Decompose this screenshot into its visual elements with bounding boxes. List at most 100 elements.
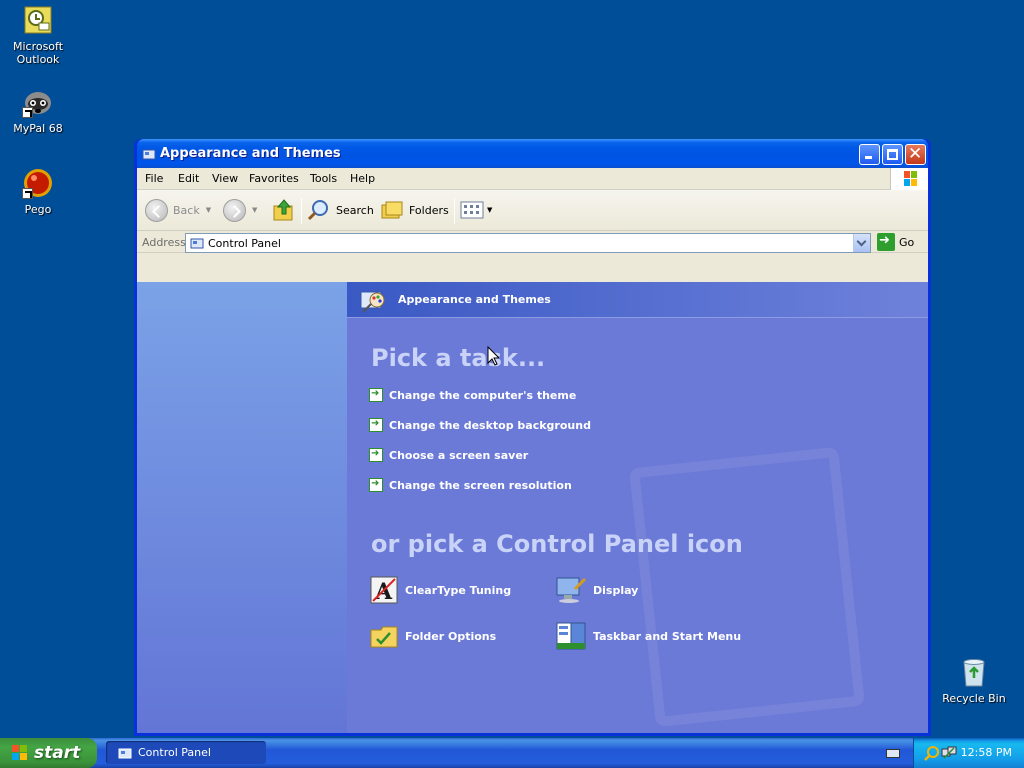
appearance-themes-icon <box>360 291 385 313</box>
window-client: File Edit View Favorites Tools Help Back… <box>137 168 928 733</box>
desktop-icon-mypal[interactable]: MyPal 68 <box>0 86 76 135</box>
cp-icon-cleartype[interactable]: A ClearType Tuning <box>369 575 511 605</box>
menu-bar: File Edit View Favorites Tools Help <box>137 168 928 190</box>
start-label: start <box>34 743 81 763</box>
category-pane: Appearance and Themes Pick a task... Cha… <box>347 282 928 733</box>
back-arrow-icon <box>145 198 168 222</box>
task-link-background[interactable]: Change the desktop background <box>369 418 591 432</box>
category-header: Appearance and Themes <box>347 282 928 318</box>
window-title: Appearance and Themes <box>160 146 341 161</box>
task-link-screensaver[interactable]: Choose a screen saver <box>369 448 528 462</box>
green-arrow-icon <box>369 388 383 402</box>
control-panel-icon <box>190 238 204 249</box>
address-label: Address <box>142 236 186 249</box>
task-label: Change the screen resolution <box>389 478 572 492</box>
network-tray-icon[interactable] <box>941 745 957 761</box>
close-icon: ✕ <box>908 144 923 164</box>
forward-button[interactable]: ▼ <box>223 198 257 222</box>
shortcut-arrow-icon <box>22 107 33 118</box>
address-bar: Address Control Panel Go <box>137 231 928 253</box>
address-dropdown-button[interactable] <box>853 234 870 252</box>
cp-icon-folder-options[interactable]: Folder Options <box>369 621 496 651</box>
chevron-down-icon: ▼ <box>205 206 212 214</box>
chevron-down-icon: ▼ <box>487 206 493 214</box>
desktop-icon-label: MyPal 68 <box>13 122 63 135</box>
desktop-icon-recycle-bin[interactable]: Recycle Bin <box>936 656 1012 705</box>
cp-icon-label: Display <box>593 583 639 597</box>
minimize-icon <box>865 156 872 159</box>
desktop-icon-label: Microsoft Outlook <box>12 40 64 66</box>
window-titlebar[interactable]: Appearance and Themes ✕ <box>137 139 928 168</box>
cp-icon-display[interactable]: Display <box>555 575 638 605</box>
explorer-window: Appearance and Themes ✕ File Edit View F… <box>134 139 931 736</box>
chevron-down-icon: ▼ <box>252 206 258 214</box>
address-value: Control Panel <box>208 237 281 250</box>
close-button[interactable]: ✕ <box>905 144 926 165</box>
menu-help[interactable]: Help <box>350 172 375 185</box>
outlook-icon <box>22 4 54 36</box>
display-icon <box>556 577 587 603</box>
go-arrow-icon <box>877 233 895 251</box>
pick-icon-heading: or pick a Control Panel icon <box>371 530 743 558</box>
green-arrow-icon <box>369 418 383 432</box>
content-area: Appearance and Themes Pick a task... Cha… <box>137 282 928 733</box>
forward-arrow-icon <box>223 198 246 222</box>
views-button[interactable]: ▼ <box>460 198 492 222</box>
pick-task-heading: Pick a task... <box>371 344 546 372</box>
cp-icon-taskbar[interactable]: Taskbar and Start Menu <box>555 621 741 651</box>
menu-view[interactable]: View <box>212 172 238 185</box>
task-link-resolution[interactable]: Change the screen resolution <box>369 478 572 492</box>
desktop-icon-pego[interactable]: Pego <box>0 167 76 216</box>
control-panel-icon <box>118 748 132 758</box>
menu-file[interactable]: File <box>145 172 163 185</box>
taskbar-icon <box>556 622 586 650</box>
watermark-graphic <box>628 446 866 728</box>
cp-icon-label: Taskbar and Start Menu <box>593 629 742 643</box>
category-title: Appearance and Themes <box>398 293 551 306</box>
go-label: Go <box>899 235 915 249</box>
start-button[interactable]: start <box>0 738 97 768</box>
cleartype-icon: A <box>370 576 398 605</box>
task-label: Change the computer's theme <box>389 388 577 402</box>
clock[interactable]: 12:58 PM <box>961 746 1012 759</box>
search-button[interactable]: Search <box>307 198 374 222</box>
task-label: Choose a screen saver <box>389 448 529 462</box>
desktop-icon-outlook[interactable]: Microsoft Outlook <box>0 4 76 66</box>
toolbar-separator <box>454 198 455 224</box>
address-input[interactable]: Control Panel <box>185 233 871 253</box>
maximize-icon <box>887 149 898 160</box>
go-button[interactable]: Go <box>877 233 914 251</box>
task-label: Change the desktop background <box>389 418 591 432</box>
desktop-icon-label: Pego <box>24 203 52 216</box>
minimize-button[interactable] <box>859 144 880 165</box>
back-label: Back <box>173 203 200 217</box>
keyboard-icon[interactable] <box>886 749 900 758</box>
up-folder-icon <box>273 199 293 221</box>
taskbar: start Control Panel 12:58 PM <box>0 738 1024 768</box>
taskbar-item-control-panel[interactable]: Control Panel <box>106 741 266 764</box>
folders-label: Folders <box>409 203 449 217</box>
windows-flag-icon <box>12 745 27 760</box>
back-button[interactable]: Back ▼ <box>145 198 211 222</box>
desktop-icon-label: Recycle Bin <box>942 692 1006 705</box>
control-panel-icon <box>142 149 156 160</box>
folder-options-icon <box>370 626 398 648</box>
cp-icon-label: ClearType Tuning <box>405 583 512 597</box>
mouse-cursor-icon <box>487 346 499 366</box>
search-label: Search <box>336 203 374 217</box>
green-arrow-icon <box>369 448 383 462</box>
maximize-button[interactable] <box>882 144 903 165</box>
toolbar-separator <box>301 198 302 224</box>
task-link-theme[interactable]: Change the computer's theme <box>369 388 576 402</box>
toolbar: Back ▼ ▼ Search Folders ▼ <box>137 190 928 231</box>
menu-edit[interactable]: Edit <box>178 172 199 185</box>
shortcut-arrow-icon <box>22 188 33 199</box>
search-tray-icon[interactable] <box>924 745 940 761</box>
menu-favorites[interactable]: Favorites <box>249 172 299 185</box>
menu-tools[interactable]: Tools <box>310 172 337 185</box>
up-folder-button[interactable] <box>273 198 295 222</box>
green-arrow-icon <box>369 478 383 492</box>
search-icon <box>307 200 328 221</box>
cp-icon-label: Folder Options <box>405 629 497 643</box>
folders-button[interactable]: Folders <box>380 198 449 222</box>
